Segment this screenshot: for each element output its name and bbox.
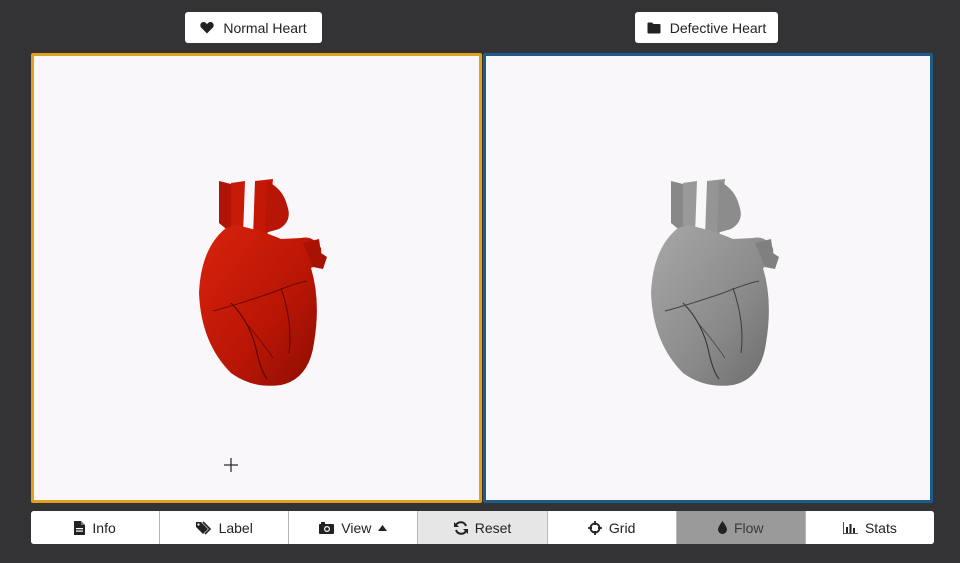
normal-heart-viewport[interactable]	[31, 53, 482, 503]
info-button[interactable]: Info	[31, 511, 161, 544]
normal-heart-title-button[interactable]: Normal Heart	[185, 12, 322, 43]
folder-icon	[647, 22, 661, 34]
flow-button-label: Flow	[733, 519, 764, 536]
defective-heart-title-button[interactable]: Defective Heart	[635, 12, 778, 43]
normal-heart-title-label: Normal Heart	[223, 19, 307, 36]
caret-up-icon	[378, 524, 388, 531]
defective-heart-model	[651, 179, 779, 386]
crosshairs-icon	[587, 520, 602, 535]
refresh-icon	[453, 520, 468, 535]
stats-button[interactable]: Stats	[805, 511, 934, 544]
defective-heart-title-label: Defective Heart	[669, 19, 767, 36]
tags-icon	[195, 520, 212, 535]
bottom-toolbar: Info Label View Reset Grid Flow Stats	[31, 511, 934, 544]
reset-button[interactable]: Reset	[418, 511, 548, 544]
document-icon	[74, 520, 86, 535]
heart-icon	[200, 21, 215, 34]
label-button[interactable]: Label	[160, 511, 290, 544]
camera-icon	[319, 521, 335, 534]
grid-button-label: Grid	[608, 519, 636, 536]
drop-icon	[717, 521, 727, 534]
view-button[interactable]: View	[289, 511, 419, 544]
bar-chart-icon	[842, 521, 858, 534]
info-button-label: Info	[92, 519, 116, 536]
label-button-label: Label	[218, 519, 253, 536]
stats-button-label: Stats	[864, 519, 897, 536]
grid-button[interactable]: Grid	[547, 511, 677, 544]
normal-heart-model	[199, 179, 327, 386]
crosshair-cursor-icon	[224, 458, 238, 472]
defective-heart-viewport[interactable]	[483, 53, 933, 503]
reset-button-label: Reset	[474, 519, 512, 536]
flow-button[interactable]: Flow	[676, 511, 806, 544]
view-button-label: View	[341, 519, 372, 536]
